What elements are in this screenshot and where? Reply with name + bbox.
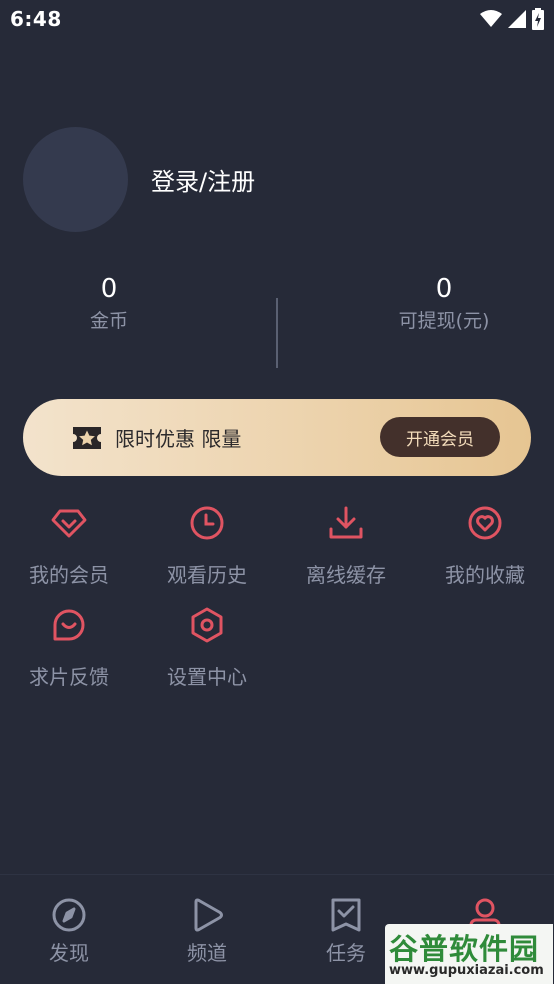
status-icons (480, 8, 544, 30)
stats-divider (276, 298, 278, 368)
menu-label-favorites: 我的收藏 (445, 563, 525, 587)
heart-icon (465, 503, 505, 543)
signal-icon (508, 10, 526, 28)
withdrawable-stat[interactable]: 0 可提现(元) (344, 270, 544, 334)
feedback-icon (49, 605, 89, 645)
watermark-title: 谷普软件园 (389, 932, 540, 966)
tab-label-tasks: 任务 (326, 941, 366, 965)
coins-stat[interactable]: 0 金币 (9, 270, 209, 334)
menu-label-feedback: 求片反馈 (29, 665, 109, 689)
settings-icon (187, 605, 227, 645)
profile-header[interactable]: 登录/注册 (23, 127, 255, 232)
watermark-logo: 谷普软件园 www.gupuxiazai.com (385, 924, 553, 984)
menu-item-feedback[interactable]: 求片反馈 (0, 605, 138, 705)
menu-label-history: 观看历史 (167, 563, 247, 587)
coins-value: 0 (100, 274, 118, 304)
watermark-url: www.gupuxiazai.com (389, 963, 544, 978)
status-bar: 6:48 (0, 0, 554, 38)
vip-promo-banner[interactable]: 限时优惠 限量 开通会员 (23, 399, 531, 476)
menu-item-favorites[interactable]: 我的收藏 (416, 503, 554, 603)
avatar[interactable] (23, 127, 128, 232)
tab-label-channel: 频道 (187, 941, 227, 965)
stats-panel: 0 金币 0 可提现(元) (0, 270, 554, 370)
menu-item-offline-cache[interactable]: 离线缓存 (277, 503, 415, 603)
menu-item-settings[interactable]: 设置中心 (138, 605, 276, 705)
login-register-link[interactable]: 登录/注册 (151, 162, 255, 197)
diamond-icon (49, 503, 89, 543)
withdrawable-label: 可提现(元) (398, 310, 490, 332)
ticket-star-icon (73, 426, 101, 449)
clock-icon (187, 503, 227, 543)
open-vip-button[interactable]: 开通会员 (380, 417, 500, 457)
tab-label-discover: 发现 (49, 941, 89, 965)
vip-promo-text: 限时优惠 限量 (115, 427, 242, 451)
menu-item-membership[interactable]: 我的会员 (0, 503, 138, 603)
download-icon (326, 503, 366, 543)
status-time: 6:48 (10, 7, 62, 31)
withdrawable-value: 0 (435, 274, 453, 304)
menu-item-history[interactable]: 观看历史 (138, 503, 276, 603)
menu-label-offline-cache: 离线缓存 (306, 563, 386, 587)
tab-discover[interactable]: 发现 (0, 895, 138, 966)
coins-label: 金币 (89, 310, 128, 332)
menu-label-membership: 我的会员 (29, 563, 109, 587)
menu-label-settings: 设置中心 (167, 665, 247, 689)
tab-channel[interactable]: 频道 (138, 895, 276, 966)
wifi-icon (480, 10, 502, 27)
task-icon (326, 895, 366, 935)
battery-icon (532, 8, 544, 30)
compass-icon (49, 895, 89, 935)
play-icon (187, 895, 227, 935)
